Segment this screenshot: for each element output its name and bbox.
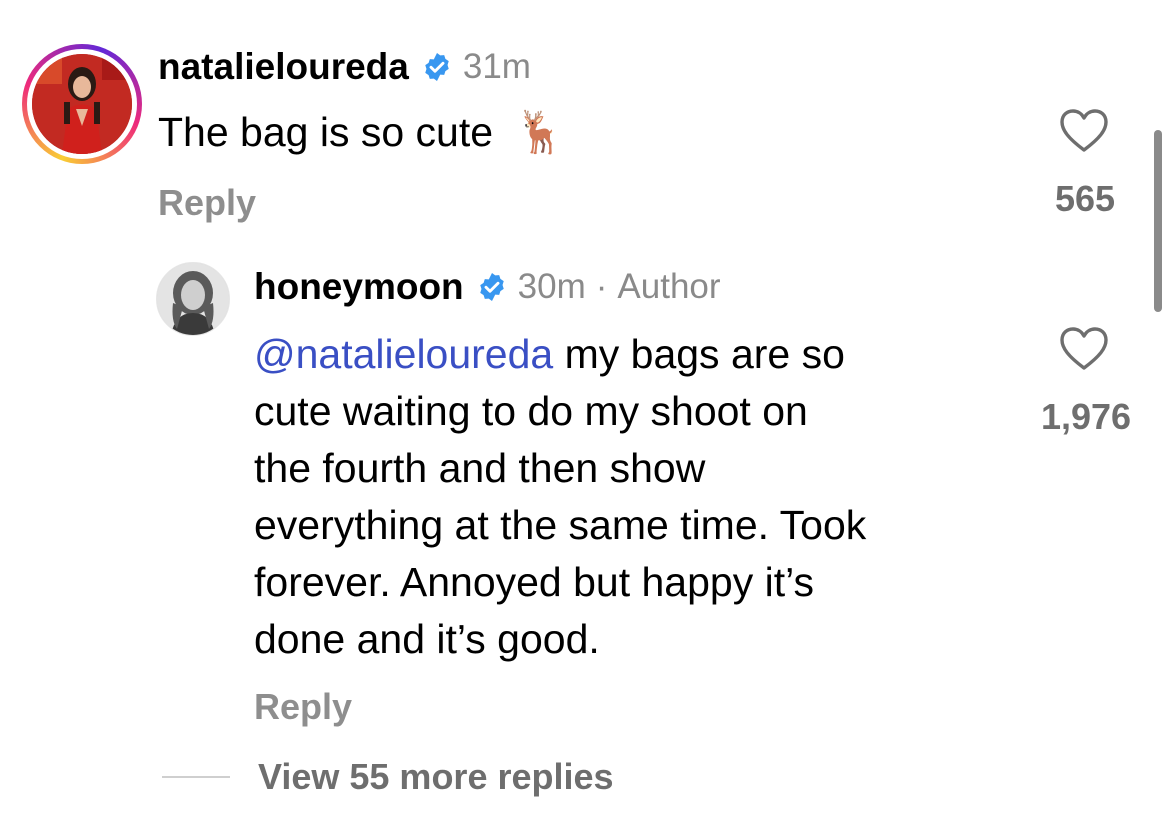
reply-text-line: the fourth and then show [254, 445, 706, 491]
mention-link[interactable]: @natalieloureda [254, 331, 553, 377]
reply-button[interactable]: Reply [254, 686, 352, 728]
reply-text-segment: my bags are so [553, 331, 845, 377]
comment-text: The bag is so cute 🦌 [158, 104, 566, 161]
comment-body: The bag is so cute [158, 109, 494, 155]
comment-header: natalieloureda 31m [158, 46, 531, 88]
scrollbar[interactable] [1154, 130, 1162, 312]
username[interactable]: honeymoon [254, 266, 464, 308]
view-more-replies-label[interactable]: View 55 more replies [258, 756, 614, 798]
reply-text-line: @natalieloureda my bags are so [254, 326, 866, 383]
heart-icon[interactable] [1058, 326, 1110, 372]
avatar[interactable] [32, 54, 132, 154]
avatar-story-ring[interactable] [22, 44, 142, 164]
reply-text-line: everything at the same time. Took [254, 502, 867, 548]
avatar-photo [157, 263, 229, 335]
like-count: 1,976 [1040, 396, 1132, 437]
view-more-replies[interactable]: View 55 more replies [162, 756, 614, 798]
reply-text: @natalieloureda my bags are so cute wait… [254, 326, 866, 668]
verified-badge-icon [479, 273, 504, 301]
reply-text-line: cute waiting to do my shoot on [254, 388, 808, 434]
separator-dot: · [595, 267, 608, 306]
deer-emoji-icon: 🦌 [514, 109, 566, 155]
divider-line [162, 776, 230, 778]
timestamp: 31m [462, 47, 531, 86]
reply-text-line: done and it’s good. [254, 616, 600, 662]
reply-header: honeymoon 30m · Author [254, 266, 721, 308]
author-badge: Author [617, 267, 721, 306]
verified-badge-icon [425, 53, 449, 81]
timestamp: 30m [517, 267, 586, 306]
heart-icon[interactable] [1058, 108, 1110, 154]
username[interactable]: natalieloureda [158, 46, 409, 88]
avatar-photo [32, 54, 132, 154]
like-count: 565 [1054, 178, 1116, 219]
avatar[interactable] [156, 262, 230, 336]
reply-text-line: forever. Annoyed but happy it’s [254, 559, 814, 605]
reply-button[interactable]: Reply [158, 182, 256, 224]
